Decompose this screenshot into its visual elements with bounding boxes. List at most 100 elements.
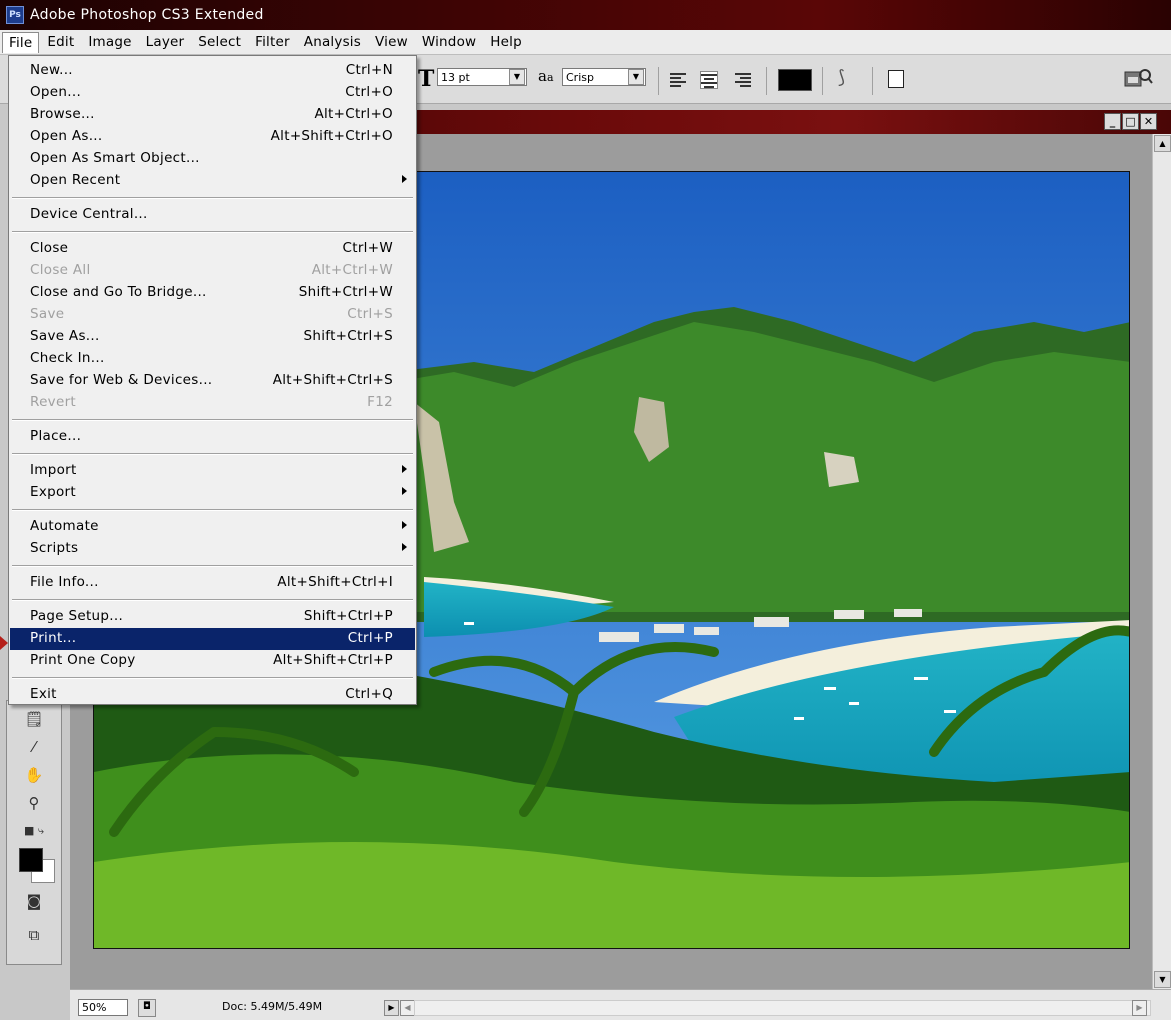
menu-item-label: Revert (30, 394, 77, 410)
menu-item-label: Print... (30, 630, 77, 646)
scroll-up-icon[interactable]: ▲ (1154, 135, 1171, 152)
menu-item-new[interactable]: New... Ctrl+N (10, 60, 415, 82)
antialias-dropdown-button[interactable]: ▼ (628, 69, 644, 85)
menu-item-label: Automate (30, 518, 99, 534)
status-bar: 50% ◘ Doc: 5.49M/5.49M ▶ ◀ ▶ (70, 989, 1171, 1020)
separator (872, 67, 873, 95)
menu-item-label: Exit (30, 686, 57, 702)
eyedropper-tool-icon[interactable]: ⁄ (21, 735, 47, 759)
menu-item-open-as[interactable]: Open As... Alt+Shift+Ctrl+O (10, 126, 415, 148)
submenu-arrow-icon (402, 175, 407, 183)
menu-view[interactable]: View (369, 32, 414, 52)
menu-item-close-and-go-to-bridge[interactable]: Close and Go To Bridge... Shift+Ctrl+W (10, 282, 415, 304)
menu-item-shortcut: Ctrl+S (347, 306, 393, 322)
menu-item-save-for-web-devices[interactable]: Save for Web & Devices... Alt+Shift+Ctrl+… (10, 370, 415, 392)
font-size-value: 13 pt (441, 71, 470, 84)
menu-item-label: Open As Smart Object... (30, 150, 200, 166)
vertical-scrollbar[interactable]: ▲ ▼ (1152, 134, 1171, 989)
zoom-field[interactable]: 50% (78, 999, 128, 1016)
text-color-swatch[interactable] (778, 69, 812, 91)
menu-item-device-central[interactable]: Device Central... (10, 204, 415, 226)
menu-item-label: Page Setup... (30, 608, 124, 624)
horizontal-scrollbar[interactable] (414, 1000, 1151, 1016)
menu-select[interactable]: Select (192, 32, 247, 52)
swap-colors-icon[interactable]: ■ ⤷ (21, 819, 47, 843)
menu-separator (12, 565, 413, 567)
submenu-arrow-icon (402, 487, 407, 495)
quick-mask-icon[interactable]: ◙ (21, 889, 47, 913)
align-center-icon[interactable] (700, 71, 718, 89)
menu-window[interactable]: Window (416, 32, 482, 52)
tools-panel: 🗒 ⁄ ✋ ⚲ ■ ⤷ ◙ ⧉ (6, 700, 62, 965)
font-size-dropdown-button[interactable]: ▼ (509, 69, 525, 85)
menu-item-shortcut: Ctrl+P (347, 630, 393, 646)
menu-analysis[interactable]: Analysis (298, 32, 367, 52)
menu-separator (12, 231, 413, 233)
scroll-left-icon[interactable]: ◀ (400, 1000, 415, 1016)
menu-item-browse[interactable]: Browse... Alt+Ctrl+O (10, 104, 415, 126)
menu-item-automate[interactable]: Automate (10, 516, 415, 538)
warp-text-icon[interactable]: ⟆ (838, 67, 845, 88)
align-right-icon[interactable] (735, 71, 751, 87)
align-left-icon[interactable] (670, 71, 686, 87)
maximize-icon[interactable]: □ (1122, 113, 1139, 130)
menu-item-close[interactable]: Close Ctrl+W (10, 238, 415, 260)
menu-item-shortcut: Alt+Shift+Ctrl+O (270, 128, 393, 144)
menu-item-label: Check In... (30, 350, 105, 366)
menu-item-print-one-copy[interactable]: Print One Copy Alt+Shift+Ctrl+P (10, 650, 415, 672)
notes-tool-icon[interactable]: 🗒 (21, 707, 47, 731)
menu-item-label: Print One Copy (30, 652, 136, 668)
menu-image[interactable]: Image (82, 32, 137, 52)
doc-info: Doc: 5.49M/5.49M (222, 1000, 323, 1013)
hand-tool-icon[interactable]: ✋ (21, 763, 47, 787)
submenu-arrow-icon (402, 543, 407, 551)
menu-item-shortcut: Ctrl+W (342, 240, 393, 256)
menu-layer[interactable]: Layer (140, 32, 191, 52)
menu-filter[interactable]: Filter (249, 32, 296, 52)
close-icon[interactable]: ✕ (1140, 113, 1157, 130)
menu-item-label: Browse... (30, 106, 95, 122)
menu-help[interactable]: Help (484, 32, 528, 52)
menu-item-exit[interactable]: Exit Ctrl+Q (10, 684, 415, 706)
status-options-icon[interactable]: ◘ (138, 999, 156, 1017)
menu-item-label: Place... (30, 428, 82, 444)
minimize-icon[interactable]: _ (1104, 113, 1121, 130)
menu-item-shortcut: Shift+Ctrl+W (298, 284, 393, 300)
menu-item-label: New... (30, 62, 73, 78)
app-title-bar: Ps Adobe Photoshop CS3 Extended (0, 0, 1171, 30)
menu-item-print[interactable]: Print... Ctrl+P (10, 628, 415, 650)
antialias-icon: aa (538, 67, 554, 85)
menu-item-page-setup[interactable]: Page Setup... Shift+Ctrl+P (10, 606, 415, 628)
menu-item-open-recent[interactable]: Open Recent (10, 170, 415, 192)
menu-item-open-as-smart-object[interactable]: Open As Smart Object... (10, 148, 415, 170)
menu-item-save-as[interactable]: Save As... Shift+Ctrl+S (10, 326, 415, 348)
menu-separator (12, 197, 413, 199)
menu-file[interactable]: File (2, 31, 40, 53)
zoom-tool-icon[interactable]: ⚲ (21, 791, 47, 815)
app-title: Adobe Photoshop CS3 Extended (30, 7, 264, 23)
foreground-color-swatch[interactable] (19, 848, 43, 872)
screen-mode-icon[interactable]: ⧉ (21, 923, 47, 947)
antialias-value: Crisp (566, 71, 594, 84)
menu-item-place[interactable]: Place... (10, 426, 415, 448)
pointer-arrow-icon (0, 636, 8, 650)
separator (766, 67, 767, 95)
menu-item-label: Open Recent (30, 172, 121, 188)
scroll-down-icon[interactable]: ▼ (1154, 971, 1171, 988)
menu-item-check-in[interactable]: Check In... (10, 348, 415, 370)
menu-item-export[interactable]: Export (10, 482, 415, 504)
menu-item-file-info[interactable]: File Info... Alt+Shift+Ctrl+I (10, 572, 415, 594)
menu-item-shortcut: Alt+Shift+Ctrl+I (277, 574, 393, 590)
menu-edit[interactable]: Edit (41, 32, 80, 52)
menu-item-shortcut: Alt+Ctrl+W (311, 262, 393, 278)
menu-item-import[interactable]: Import (10, 460, 415, 482)
menu-item-label: Device Central... (30, 206, 148, 222)
menu-item-scripts[interactable]: Scripts (10, 538, 415, 560)
bridge-icon[interactable] (1123, 66, 1153, 90)
menu-item-label: Close (30, 240, 69, 256)
menu-item-label: Open As... (30, 128, 103, 144)
scroll-right-icon[interactable]: ▶ (1132, 1000, 1147, 1016)
menu-item-open[interactable]: Open... Ctrl+O (10, 82, 415, 104)
status-menu-arrow-icon[interactable]: ▶ (384, 1000, 399, 1016)
palettes-toggle-icon[interactable] (888, 70, 904, 88)
